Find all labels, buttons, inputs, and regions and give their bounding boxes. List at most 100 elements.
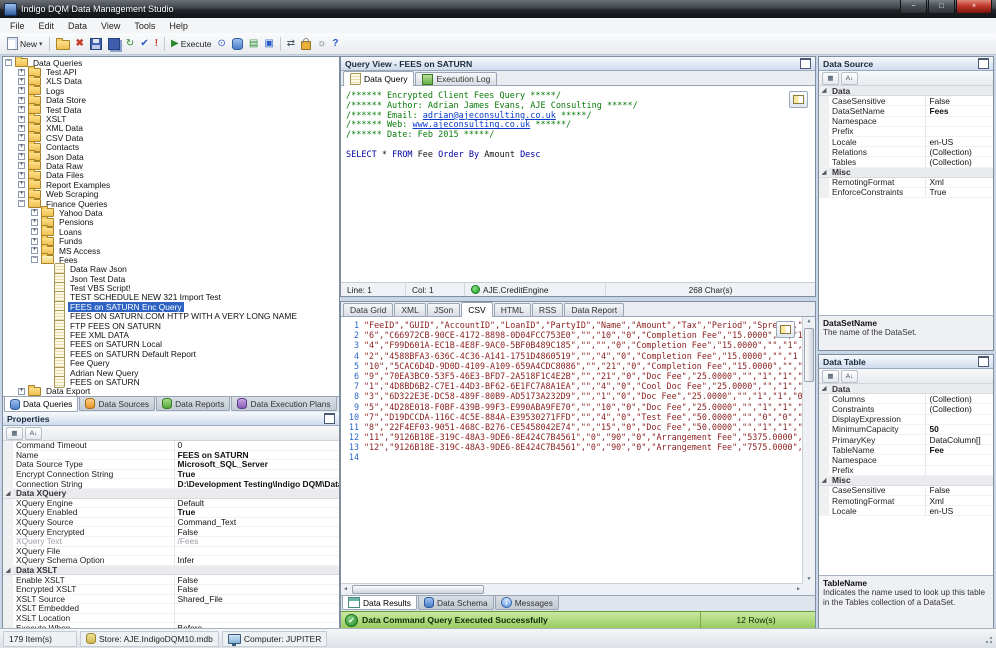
menu-item-edit[interactable]: Edit xyxy=(32,19,62,32)
expand-icon[interactable]: + xyxy=(31,209,38,216)
alert-button[interactable]: ! xyxy=(152,34,161,54)
tree-item[interactable]: TEST SCHEDULE NEW 321 Import Test xyxy=(3,293,339,302)
vertical-scrollbar[interactable]: ▲ ▼ xyxy=(802,317,815,584)
tab-execution-log[interactable]: Execution Log xyxy=(415,72,497,85)
window-button[interactable]: ▣ xyxy=(261,34,276,54)
property-row[interactable]: Constraints(Collection) xyxy=(819,404,993,414)
tree-item[interactable]: +Web Scraping xyxy=(3,189,339,198)
expand-icon[interactable]: + xyxy=(18,153,25,160)
properties-window-icon[interactable] xyxy=(324,413,335,424)
menu-item-view[interactable]: View xyxy=(94,19,127,32)
data-table-window-icon[interactable] xyxy=(978,356,989,367)
query-view-window-icon[interactable] xyxy=(800,58,811,69)
tree-item[interactable]: +Contacts xyxy=(3,143,339,152)
expand-icon[interactable]: + xyxy=(18,116,25,123)
tree-item[interactable]: +Yahoo Data xyxy=(3,208,339,217)
expand-icon[interactable]: + xyxy=(18,87,25,94)
tree-item[interactable]: FEES on SATURN Local xyxy=(3,340,339,349)
categorized-view-icon[interactable]: ▦ xyxy=(822,72,839,85)
open-button[interactable] xyxy=(53,34,73,54)
tree-item[interactable]: +CSV Data xyxy=(3,133,339,142)
expand-icon[interactable]: + xyxy=(18,106,25,113)
alphabetical-sort-icon[interactable]: A↓ xyxy=(25,427,42,440)
tree-item[interactable]: +Data Export xyxy=(3,387,339,396)
refresh-button[interactable]: ↻ xyxy=(123,34,137,54)
menu-item-data[interactable]: Data xyxy=(61,19,94,32)
property-row[interactable]: Prefix xyxy=(819,466,993,476)
expand-icon[interactable]: + xyxy=(18,78,25,85)
scroll-up-icon[interactable]: ▲ xyxy=(803,319,815,324)
expand-icon[interactable]: + xyxy=(18,69,25,76)
tab-data-report[interactable]: Data Report xyxy=(564,303,624,316)
property-row[interactable]: RemotingFormatXml xyxy=(819,178,993,188)
property-row[interactable]: MinimumCapacity50 xyxy=(819,425,993,435)
expand-icon[interactable]: + xyxy=(18,172,25,179)
tab-data-sources[interactable]: Data Sources xyxy=(79,397,155,411)
property-row[interactable]: TableNameFee xyxy=(819,445,993,455)
property-row[interactable]: RemotingFormatXml xyxy=(819,496,993,506)
hyperlink[interactable]: adrian@ajeconsulting.co.uk xyxy=(423,111,556,121)
tree-item[interactable]: −Data Queries xyxy=(3,58,339,67)
tree-item[interactable]: +Loans xyxy=(3,227,339,236)
property-row[interactable]: Namespace xyxy=(819,117,993,127)
alphabetical-sort-icon[interactable]: A↓ xyxy=(841,370,858,383)
delete-button[interactable]: ✖ xyxy=(73,34,87,54)
alphabetical-sort-icon[interactable]: A↓ xyxy=(841,72,858,85)
data-store-button[interactable] xyxy=(229,34,246,54)
tree-item[interactable]: +Json Data xyxy=(3,152,339,161)
property-row[interactable]: Prefix xyxy=(819,127,993,137)
collapse-icon[interactable]: − xyxy=(18,200,25,207)
property-row[interactable]: DisplayExpression xyxy=(819,415,993,425)
help-button[interactable]: ? xyxy=(329,34,341,54)
expand-icon[interactable]: + xyxy=(31,238,38,245)
tree-item[interactable]: +Pensions xyxy=(3,218,339,227)
tree-item[interactable]: +XSLT xyxy=(3,114,339,123)
expand-icon[interactable]: + xyxy=(18,144,25,151)
tree-item[interactable]: −Finance Queries xyxy=(3,199,339,208)
property-category-row[interactable]: ◢Misc xyxy=(819,476,993,486)
data-source-window-icon[interactable] xyxy=(978,58,989,69)
query-options-icon[interactable] xyxy=(789,91,808,108)
tree-item[interactable]: +Funds xyxy=(3,236,339,245)
results-options-icon[interactable] xyxy=(776,321,795,338)
menu-item-file[interactable]: File xyxy=(3,19,32,32)
settings-button[interactable]: ☼ xyxy=(314,34,329,54)
scroll-right-icon[interactable]: ▶ xyxy=(797,587,800,592)
scroll-left-icon[interactable]: ◀ xyxy=(344,587,347,592)
csv-output[interactable]: 1"FeeID","GUID","AccountID","LoanID","Pa… xyxy=(341,317,815,595)
lock-button[interactable] xyxy=(298,34,314,54)
property-row[interactable]: CaseSensitiveFalse xyxy=(819,96,993,106)
save-all-button[interactable] xyxy=(105,34,123,54)
tab-data-query[interactable]: Data Query xyxy=(343,71,414,86)
tree-item[interactable]: +Data Store xyxy=(3,96,339,105)
vertical-scroll-thumb[interactable] xyxy=(804,328,814,382)
expand-icon[interactable]: + xyxy=(31,219,38,226)
hyperlink[interactable]: www.ajeconsulting.co.uk xyxy=(413,120,531,130)
tab-data-grid[interactable]: Data Grid xyxy=(343,303,393,316)
property-row[interactable]: Tables(Collection) xyxy=(819,157,993,167)
tree-item[interactable]: +Data Raw xyxy=(3,161,339,170)
tab-data-execution-plans[interactable]: Data Execution Plans xyxy=(231,397,336,411)
tab-html[interactable]: HTML xyxy=(494,303,531,316)
horizontal-scroll-thumb[interactable] xyxy=(352,585,484,594)
tab-json[interactable]: JSon xyxy=(427,303,460,316)
expand-icon[interactable]: + xyxy=(18,191,25,198)
property-row[interactable]: Localeen-US xyxy=(819,137,993,147)
expand-icon[interactable]: + xyxy=(18,162,25,169)
expand-icon[interactable]: + xyxy=(18,181,25,188)
tab-messages[interactable]: Messages xyxy=(495,596,559,610)
resize-grip[interactable] xyxy=(983,634,993,644)
tree-item[interactable]: +Test API xyxy=(3,67,339,76)
schedule-button[interactable]: ⊙ xyxy=(214,34,228,54)
tree-item[interactable]: +MS Access xyxy=(3,246,339,255)
property-row[interactable]: Namespace xyxy=(819,455,993,465)
tree-item[interactable]: +XLS Data xyxy=(3,77,339,86)
tree-item[interactable]: −Fees xyxy=(3,255,339,264)
expand-icon[interactable]: + xyxy=(31,228,38,235)
menu-item-tools[interactable]: Tools xyxy=(127,19,162,32)
save-button[interactable] xyxy=(87,34,105,54)
property-row[interactable]: Localeen-US xyxy=(819,506,993,516)
property-row[interactable]: PrimaryKeyDataColumn[] xyxy=(819,435,993,445)
expand-icon[interactable]: + xyxy=(31,247,38,254)
expand-icon[interactable]: + xyxy=(18,125,25,132)
